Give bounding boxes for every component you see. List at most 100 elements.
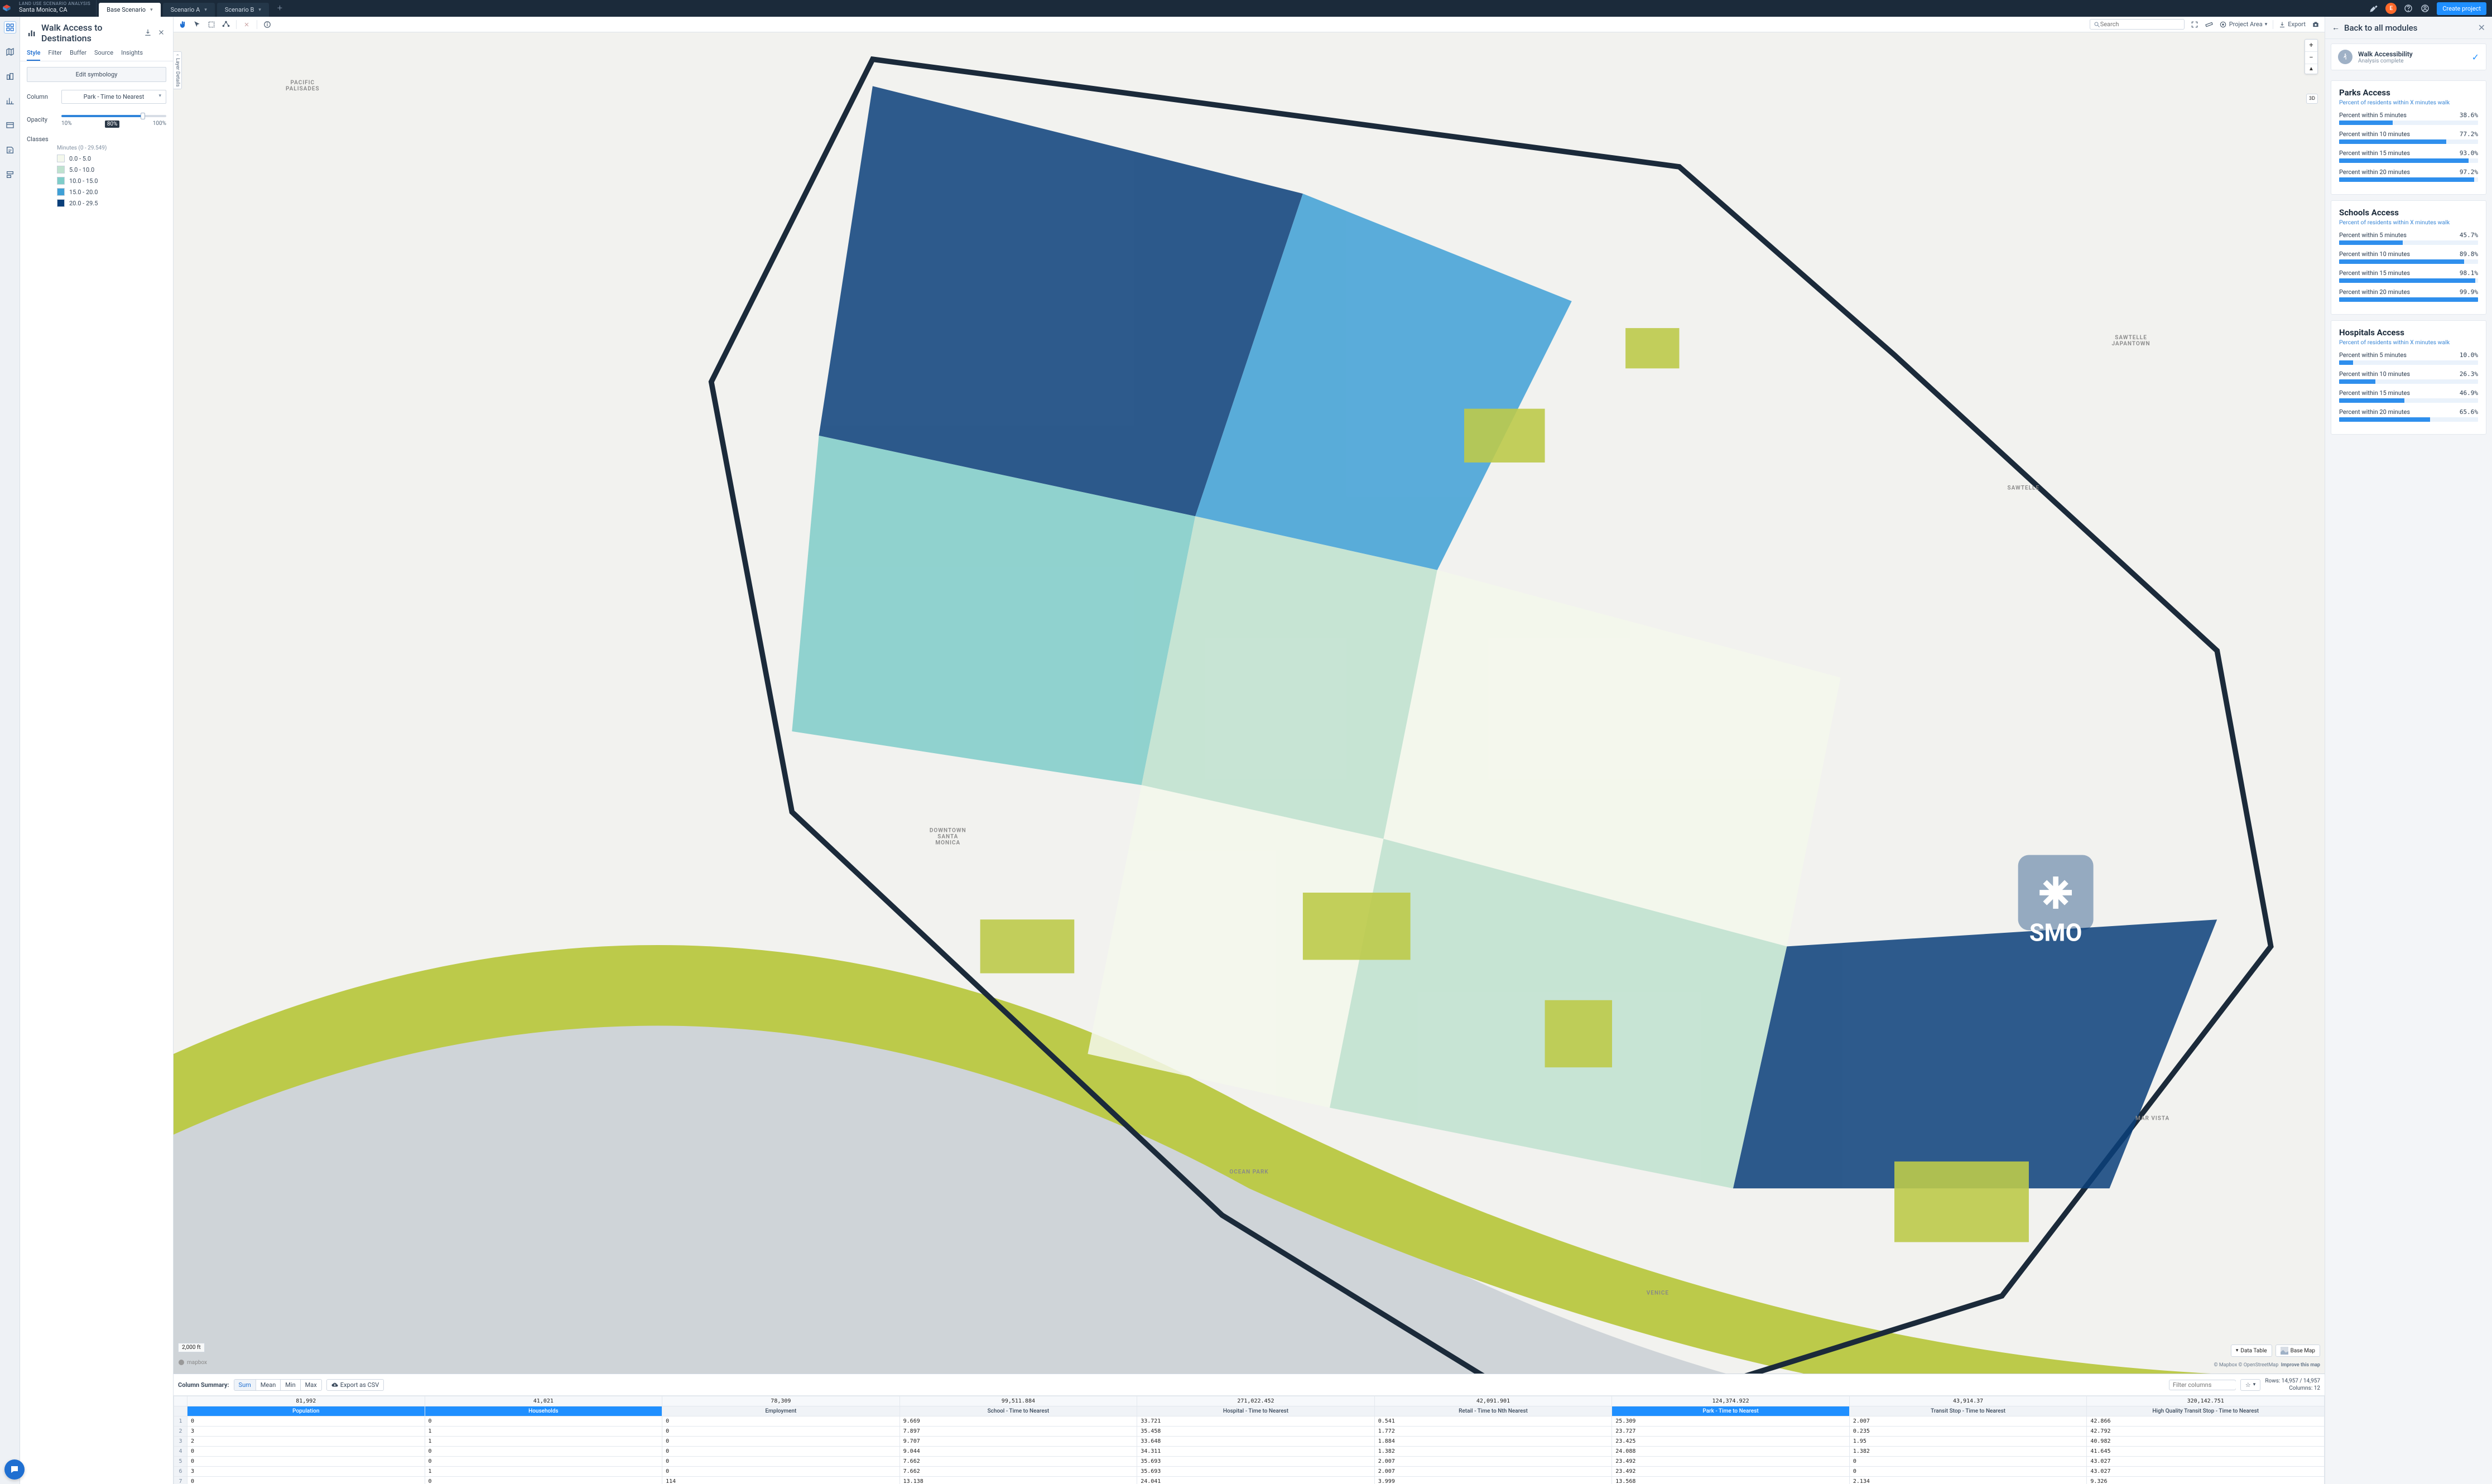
- scenario-tab[interactable]: Scenario B▾: [217, 3, 269, 17]
- target-icon: [2219, 21, 2227, 28]
- rail-analytics-icon[interactable]: [4, 95, 16, 107]
- rail-dashboard-icon[interactable]: [4, 119, 16, 132]
- search-input[interactable]: [2100, 21, 2181, 28]
- style-tab-insights[interactable]: Insights: [121, 49, 143, 61]
- summary-mode-sum[interactable]: Sum: [234, 1380, 256, 1390]
- check-icon: ✓: [2472, 52, 2479, 62]
- data-table-toggle[interactable]: ▾Data Table: [2231, 1345, 2272, 1357]
- table-row[interactable]: 70011413.13824.0413.99913.5682.1349.326: [174, 1477, 2325, 1484]
- select-tool-icon[interactable]: [193, 20, 201, 29]
- zoom-out-button[interactable]: −: [2305, 51, 2317, 64]
- classes-label: Classes: [27, 136, 57, 143]
- metric-row: Percent within 5 minutes10.0%: [2339, 351, 2478, 365]
- rail-notes-icon[interactable]: [4, 144, 16, 156]
- style-tab-style[interactable]: Style: [27, 49, 40, 61]
- summary-mode-mean[interactable]: Mean: [256, 1380, 281, 1390]
- column-header[interactable]: Park - Time to Nearest: [1612, 1406, 1850, 1416]
- cloud-download-icon: [331, 1381, 338, 1388]
- table-row[interactable]: 50007.66235.6932.00723.492043.027: [174, 1457, 2325, 1467]
- map-search[interactable]: [2090, 19, 2185, 30]
- opacity-min: 10%: [61, 121, 72, 128]
- opacity-value: 80%: [105, 121, 120, 128]
- reset-north-button[interactable]: ▲: [2305, 64, 2317, 74]
- table-row[interactable]: 32109.70733.6481.88423.4251.9540.982: [174, 1437, 2325, 1447]
- rail-reports-icon[interactable]: [4, 168, 16, 181]
- pan-tool-icon[interactable]: [178, 20, 187, 29]
- scenario-tab[interactable]: Scenario A▾: [163, 3, 215, 17]
- column-header[interactable]: Employment: [662, 1406, 900, 1416]
- column-select[interactable]: Park - Time to Nearest: [61, 90, 166, 104]
- info-icon[interactable]: [263, 20, 272, 29]
- fullscreen-icon[interactable]: [2190, 20, 2199, 29]
- column-header[interactable]: High Quality Transit Stop - Time to Near…: [2087, 1406, 2325, 1416]
- scenario-tab[interactable]: Base Scenario▾: [99, 3, 160, 17]
- column-header[interactable]: Population: [187, 1406, 425, 1416]
- metric-row: Percent within 10 minutes77.2%: [2339, 131, 2478, 144]
- help-icon[interactable]: [2403, 3, 2413, 13]
- table-row[interactable]: 63107.66235.6932.00723.492043.027: [174, 1467, 2325, 1477]
- opacity-label: Opacity: [27, 116, 57, 123]
- measure-icon[interactable]: [2205, 20, 2214, 29]
- export-button[interactable]: Export: [2279, 21, 2306, 28]
- summary-mode-min[interactable]: Min: [281, 1380, 300, 1390]
- column-header[interactable]: School - Time to Nearest: [899, 1406, 1137, 1416]
- table-row[interactable]: 23107.89735.4581.77223.7270.23542.792: [174, 1427, 2325, 1437]
- mapbox-logo: mapbox: [178, 1359, 207, 1366]
- rail-map-icon[interactable]: [4, 46, 16, 58]
- rail-buildings-icon[interactable]: [4, 70, 16, 83]
- edit-symbology-button[interactable]: Edit symbology: [27, 67, 166, 82]
- map-canvas[interactable]: SMO PACIFICPALISADESSAWTELLEJAPANTOWNSAW…: [174, 32, 2325, 1374]
- download-icon[interactable]: [144, 28, 153, 37]
- app-name: LAND USE SCENARIO ANALYSIS: [19, 1, 90, 6]
- filter-columns[interactable]: ×: [2169, 1380, 2236, 1390]
- map-place-label: SAWTELLEJAPANTOWN: [2111, 335, 2150, 347]
- rail-layers-icon[interactable]: [4, 21, 16, 33]
- project-selector[interactable]: LAND USE SCENARIO ANALYSIS Santa Monica,…: [13, 0, 97, 17]
- style-tab-source[interactable]: Source: [94, 49, 113, 61]
- account-icon[interactable]: [2420, 3, 2430, 13]
- map-toolbar: Project Area ▾ Export: [174, 17, 2325, 32]
- style-tab-buffer[interactable]: Buffer: [70, 49, 86, 61]
- chat-launcher[interactable]: [4, 1459, 25, 1480]
- create-project-button[interactable]: Create project: [2437, 2, 2486, 15]
- edit-vertex-icon[interactable]: [222, 20, 230, 29]
- zoom-in-button[interactable]: +: [2305, 40, 2317, 51]
- 3d-toggle[interactable]: 3D: [2306, 94, 2318, 104]
- clear-tool-icon[interactable]: [242, 20, 251, 29]
- opacity-slider[interactable]: 10% 80% 100%: [61, 112, 166, 128]
- camera-icon[interactable]: [2311, 20, 2320, 29]
- summary-mode-max[interactable]: Max: [301, 1380, 321, 1390]
- data-table-panel: Column Summary: SumMeanMinMax Export as …: [174, 1374, 2325, 1484]
- metric-row: Percent within 15 minutes93.0%: [2339, 150, 2478, 163]
- table-row[interactable]: 40009.04434.3111.38224.0881.38241.645: [174, 1447, 2325, 1457]
- box-select-icon[interactable]: [207, 20, 216, 29]
- user-avatar[interactable]: E: [2385, 3, 2397, 14]
- improve-map-link[interactable]: Improve this map: [2281, 1362, 2320, 1368]
- app-logo: [0, 0, 13, 17]
- favorite-columns-button[interactable]: ☆ ▾: [2240, 1379, 2260, 1391]
- add-scenario-button[interactable]: ＋: [271, 0, 288, 17]
- project-area-dropdown[interactable]: Project Area ▾: [2219, 21, 2268, 28]
- map-place-label: DOWNTOWNSANTAMONICA: [930, 828, 966, 846]
- metric-row: Percent within 10 minutes26.3%: [2339, 370, 2478, 384]
- close-results-icon[interactable]: ✕: [2478, 22, 2485, 33]
- back-arrow-icon[interactable]: ←: [2332, 23, 2340, 32]
- map-place-label: PACIFICPALISADES: [286, 80, 320, 92]
- filter-columns-input[interactable]: [2173, 1381, 2251, 1389]
- close-panel-icon[interactable]: [157, 28, 166, 37]
- legend-item: 5.0 - 10.0: [57, 166, 166, 174]
- column-header[interactable]: Hospital - Time to Nearest: [1137, 1406, 1375, 1416]
- style-tab-filter[interactable]: Filter: [48, 49, 62, 61]
- column-header[interactable]: Retail - Time to Nth Nearest: [1374, 1406, 1612, 1416]
- table-row[interactable]: 10009.66933.7210.54125.3092.00742.866: [174, 1416, 2325, 1427]
- side-rail: [0, 17, 20, 1484]
- base-map-toggle[interactable]: Base Map: [2275, 1345, 2320, 1357]
- legend: Minutes (0 - 29.549) 0.0 - 5.05.0 - 10.0…: [57, 145, 166, 207]
- layer-details-handle[interactable]: ‹Layer Details: [174, 51, 182, 89]
- column-header[interactable]: Transit Stop - Time to Nearest: [1849, 1406, 2087, 1416]
- column-header[interactable]: Households: [425, 1406, 662, 1416]
- results-title[interactable]: Back to all modules: [2344, 23, 2474, 33]
- export-csv-button[interactable]: Export as CSV: [326, 1379, 384, 1391]
- scenario-tabs: Base Scenario▾Scenario A▾Scenario B▾: [97, 0, 271, 17]
- wrench-icon[interactable]: [2369, 3, 2379, 13]
